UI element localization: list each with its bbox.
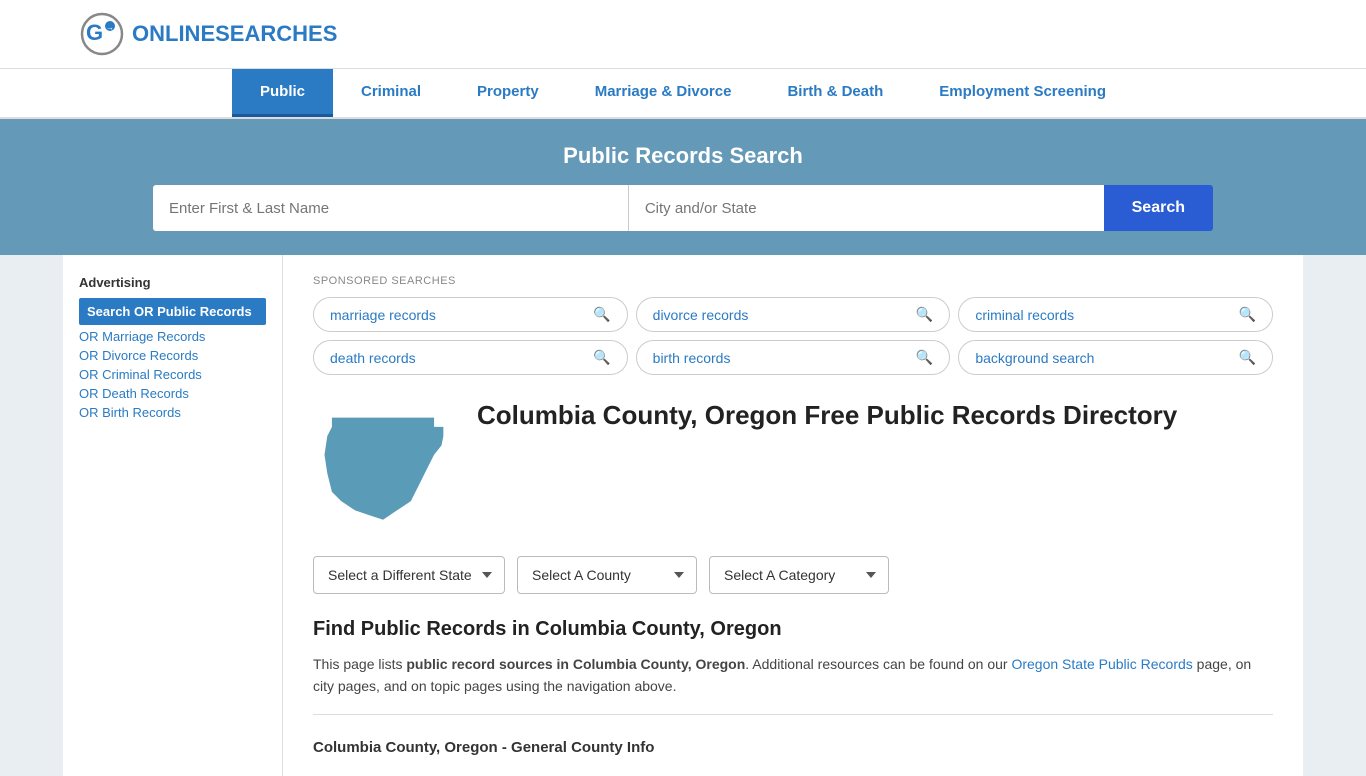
page-section: Columbia County, Oregon Free Public Reco… [313,399,1273,532]
site-header: G → ONLINESEARCHES [0,0,1366,69]
sponsored-tag-divorce[interactable]: divorce records 🔍 [636,297,951,332]
sidebar-item-or-death[interactable]: OR Death Records [79,386,266,401]
search-icon-criminal: 🔍 [1239,306,1256,323]
sponsored-tag-background-label: background search [975,350,1094,366]
page-title-area: Columbia County, Oregon Free Public Reco… [477,399,1177,433]
name-input[interactable] [153,185,629,231]
sponsored-tag-marriage-label: marriage records [330,307,436,323]
sidebar-item-search-or[interactable]: Search OR Public Records [79,298,266,325]
sidebar-ad-title: Advertising [79,275,266,290]
section-divider [313,714,1273,715]
search-icon-death: 🔍 [593,349,610,366]
main-nav: Public Criminal Property Marriage & Divo… [0,69,1366,119]
sponsored-tag-death-label: death records [330,350,416,366]
nav-item-criminal[interactable]: Criminal [333,69,449,117]
svg-text:→: → [106,23,114,32]
sponsored-grid: marriage records 🔍 divorce records 🔍 cri… [313,297,1273,375]
search-icon-background: 🔍 [1239,349,1256,366]
page-title: Columbia County, Oregon Free Public Reco… [477,399,1177,433]
sidebar-item-or-birth[interactable]: OR Birth Records [79,405,266,420]
nav-item-public[interactable]: Public [232,69,333,117]
county-dropdown[interactable]: Select A County [517,556,697,594]
sponsored-tag-criminal-label: criminal records [975,307,1074,323]
find-section: Find Public Records in Columbia County, … [313,618,1273,756]
nav-item-property[interactable]: Property [449,69,567,117]
general-info-title: Columbia County, Oregon - General County… [313,731,1273,756]
logo-link[interactable]: G → ONLINESEARCHES [80,12,337,56]
dropdown-row: Select a Different State Select A County… [313,556,1273,594]
search-button[interactable]: Search [1104,185,1213,231]
search-icon-divorce: 🔍 [916,306,933,323]
find-section-heading: Find Public Records in Columbia County, … [313,618,1273,641]
sponsored-tag-death[interactable]: death records 🔍 [313,340,628,375]
oregon-state-link[interactable]: Oregon State Public Records [1011,656,1192,672]
sponsored-tag-divorce-label: divorce records [653,307,749,323]
sponsored-tag-birth-label: birth records [653,350,731,366]
nav-item-birth-death[interactable]: Birth & Death [759,69,911,117]
search-banner: Public Records Search Search [0,119,1366,255]
oregon-map-svg [313,399,453,529]
svg-text:G: G [86,20,103,45]
sidebar-item-or-criminal[interactable]: OR Criminal Records [79,367,266,382]
search-icon-marriage: 🔍 [593,306,610,323]
search-icon-birth: 🔍 [916,349,933,366]
sponsored-tag-background[interactable]: background search 🔍 [958,340,1273,375]
sidebar-item-or-marriage[interactable]: OR Marriage Records [79,329,266,344]
state-map [313,399,453,532]
nav-item-employment[interactable]: Employment Screening [911,69,1134,117]
category-dropdown[interactable]: Select A Category [709,556,889,594]
sponsored-label: SPONSORED SEARCHES [313,275,1273,287]
logo-text: ONLINESEARCHES [132,21,337,47]
find-section-body: This page lists public record sources in… [313,653,1273,698]
sponsored-tag-criminal[interactable]: criminal records 🔍 [958,297,1273,332]
sidebar-item-or-divorce[interactable]: OR Divorce Records [79,348,266,363]
state-dropdown[interactable]: Select a Different State [313,556,505,594]
nav-item-marriage-divorce[interactable]: Marriage & Divorce [567,69,760,117]
main-wrapper: Advertising Search OR Public Records OR … [63,255,1303,776]
logo-icon: G → [80,12,124,56]
sponsored-tag-birth[interactable]: birth records 🔍 [636,340,951,375]
location-input[interactable] [629,185,1104,231]
main-content: SPONSORED SEARCHES marriage records 🔍 di… [283,255,1303,776]
search-form: Search [153,185,1213,231]
sidebar: Advertising Search OR Public Records OR … [63,255,283,776]
sponsored-tag-marriage[interactable]: marriage records 🔍 [313,297,628,332]
search-banner-title: Public Records Search [80,143,1286,169]
